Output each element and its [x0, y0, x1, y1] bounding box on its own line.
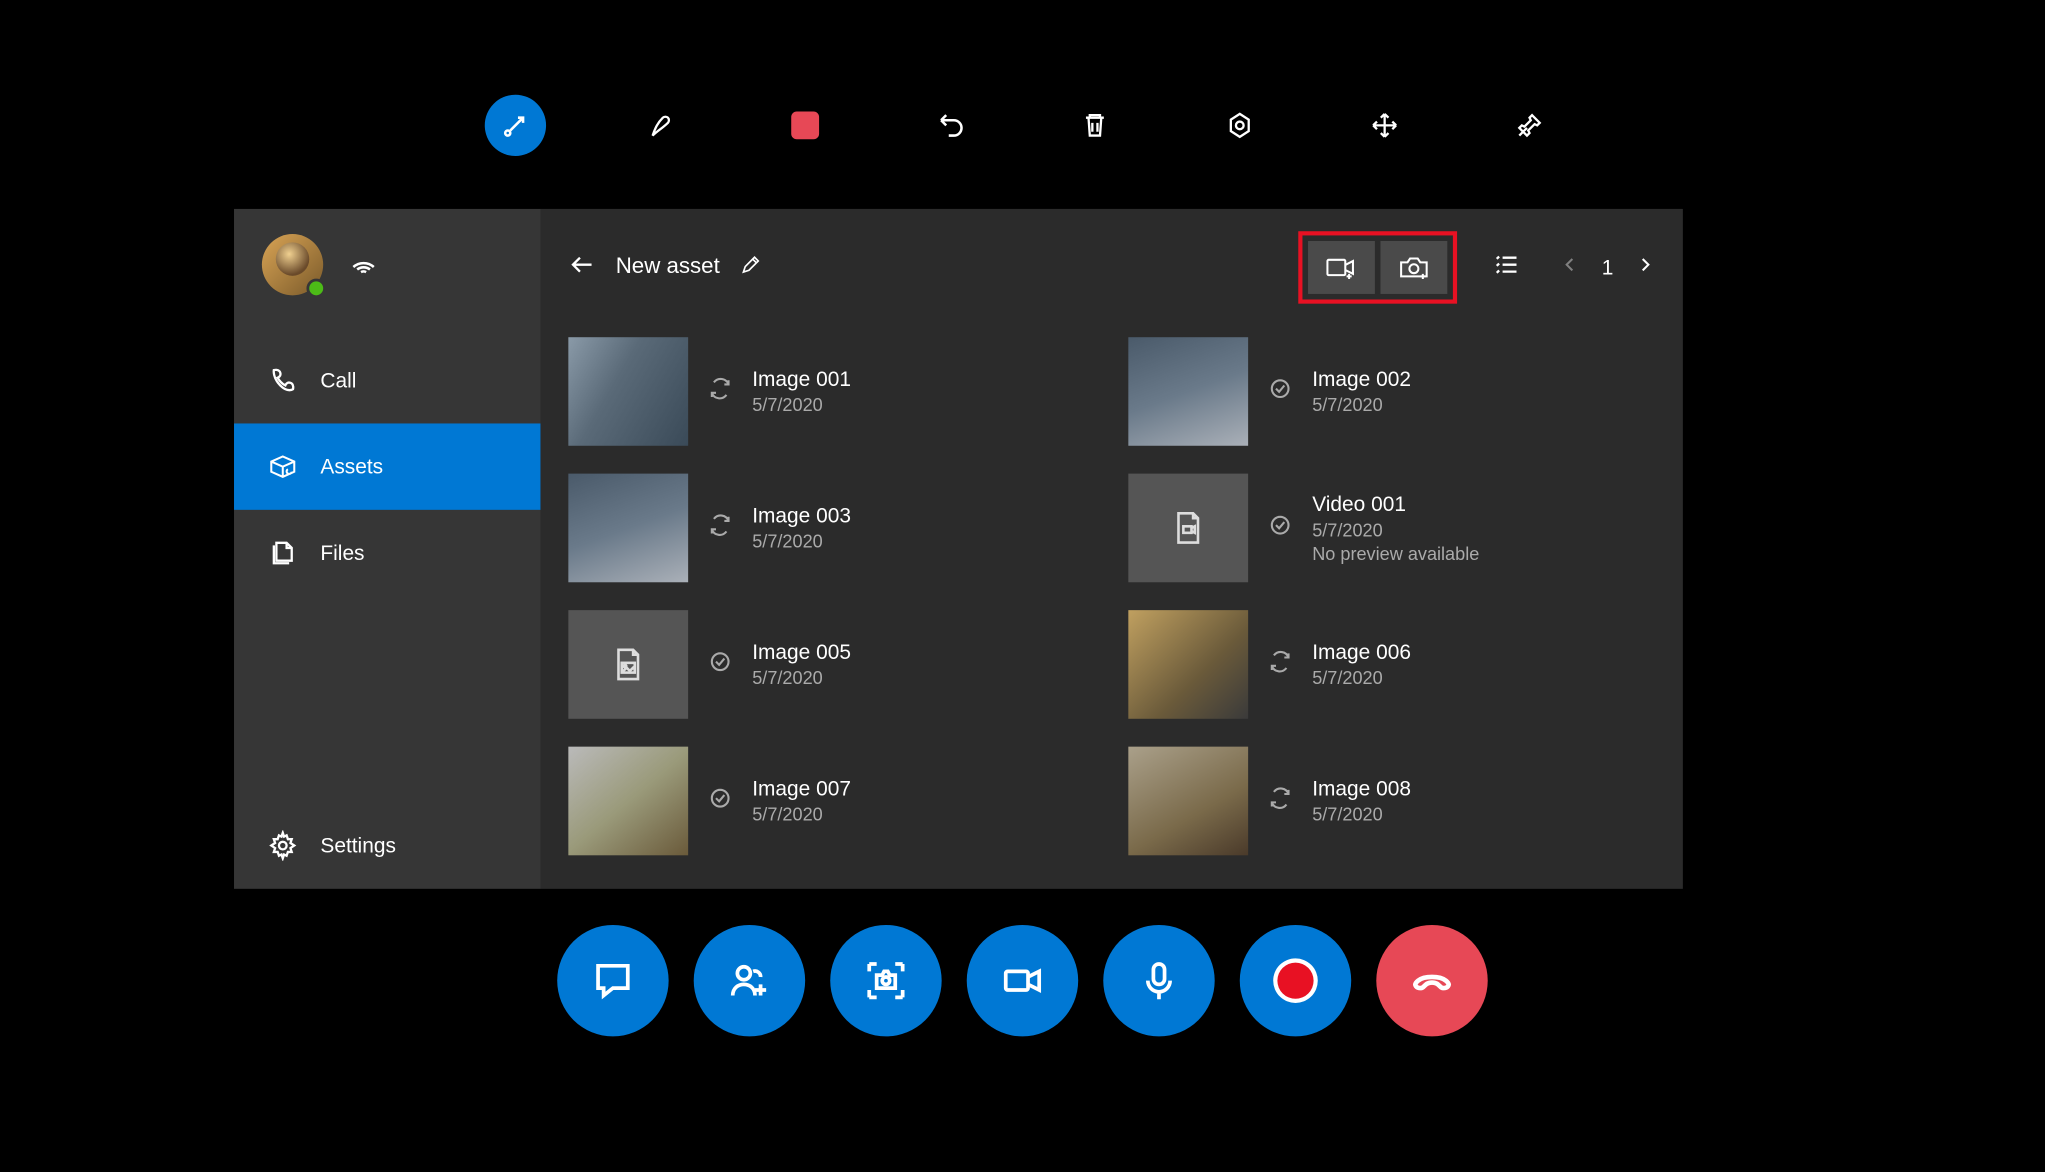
- asset-thumbnail: [1128, 474, 1248, 583]
- edit-title-button[interactable]: [739, 253, 761, 282]
- asset-date: 5/7/2020: [752, 667, 851, 688]
- asset-extra: No preview available: [1312, 543, 1479, 564]
- asset-item[interactable]: Image 008 5/7/2020: [1128, 747, 1655, 856]
- sidebar-item-label: Assets: [320, 455, 383, 479]
- add-participant-button[interactable]: [693, 925, 804, 1036]
- network-icon: [348, 246, 379, 284]
- list-view-toggle[interactable]: [1477, 250, 1522, 285]
- asset-thumbnail: [568, 474, 688, 583]
- sidebar: Call Assets Files Settings: [234, 209, 540, 889]
- page-title: New asset: [616, 255, 720, 280]
- snapshot-button[interactable]: [830, 925, 941, 1036]
- page-number: 1: [1594, 256, 1622, 280]
- back-button[interactable]: [568, 250, 596, 285]
- asset-info: Image 008 5/7/2020: [1312, 777, 1411, 824]
- color-tool-button[interactable]: [774, 95, 835, 156]
- asset-info: Image 0065/7/2020: [1312, 641, 1411, 688]
- asset-thumbnail: [1128, 747, 1248, 856]
- asset-date: 5/7/2020: [752, 804, 851, 825]
- asset-info: Image 003 5/7/2020: [752, 504, 851, 551]
- asset-date: 5/7/2020: [752, 531, 851, 552]
- asset-thumbnail: [1128, 610, 1248, 719]
- sidebar-item-label: Settings: [320, 834, 396, 858]
- asset-date: 5/7/2020: [1312, 394, 1411, 415]
- pin-button[interactable]: [1498, 95, 1559, 156]
- asset-info: Image 0055/7/2020: [752, 641, 851, 688]
- asset-info: Image 007 5/7/2020: [752, 777, 851, 824]
- asset-thumbnail: [568, 610, 688, 719]
- call-controls: [0, 925, 2044, 1036]
- add-photo-button[interactable]: [1380, 241, 1447, 294]
- undo-button[interactable]: [919, 95, 980, 156]
- asset-name: Image 003: [752, 504, 851, 528]
- sidebar-item-label: Files: [320, 541, 364, 565]
- done-icon: [708, 648, 733, 680]
- profile-section: [234, 209, 540, 337]
- content-header: New asset 1: [540, 209, 1682, 337]
- presence-indicator: [306, 279, 326, 299]
- asset-date: 5/7/2020: [752, 394, 851, 415]
- asset-name: Image 001: [752, 368, 851, 392]
- asset-date: 5/7/2020: [1312, 804, 1411, 825]
- asset-thumbnail: [568, 747, 688, 856]
- content-area: New asset 1: [540, 209, 1682, 889]
- app-window: Call Assets Files Settings New asset: [234, 209, 1683, 889]
- asset-info: Video 001 5/7/2020 No preview available: [1312, 492, 1479, 563]
- video-button[interactable]: [966, 925, 1077, 1036]
- ink-tool-button[interactable]: [629, 95, 690, 156]
- asset-name: Image 008: [1312, 777, 1411, 801]
- move-tool-button[interactable]: [1353, 95, 1414, 156]
- settings-tool-button[interactable]: [1208, 95, 1269, 156]
- delete-button[interactable]: [1064, 95, 1125, 156]
- record-button[interactable]: [1239, 925, 1350, 1036]
- annotation-toolbar: [0, 84, 2044, 168]
- sidebar-item-files[interactable]: Files: [234, 510, 540, 596]
- asset-name: Image 007: [752, 777, 851, 801]
- pager: 1: [1560, 254, 1655, 280]
- done-icon: [708, 785, 733, 817]
- asset-item[interactable]: Video 001 5/7/2020 No preview available: [1128, 474, 1655, 583]
- asset-thumbnail: [1128, 337, 1248, 446]
- sidebar-item-assets[interactable]: Assets: [234, 423, 540, 509]
- asset-thumbnail: [568, 337, 688, 446]
- chat-button[interactable]: [557, 925, 668, 1036]
- asset-item[interactable]: Image 0015/7/2020: [568, 337, 1095, 446]
- prev-page-button[interactable]: [1560, 254, 1580, 280]
- asset-date: 5/7/2020: [1312, 519, 1479, 540]
- mic-button[interactable]: [1103, 925, 1214, 1036]
- sync-icon: [1268, 648, 1293, 680]
- asset-date: 5/7/2020: [1312, 667, 1411, 688]
- asset-name: Image 005: [752, 641, 851, 665]
- record-indicator-icon: [1277, 963, 1313, 999]
- asset-item[interactable]: Image 0065/7/2020: [1128, 610, 1655, 719]
- end-call-button[interactable]: [1376, 925, 1487, 1036]
- asset-item[interactable]: Image 007 5/7/2020: [568, 747, 1095, 856]
- asset-name: Image 002: [1312, 368, 1411, 392]
- asset-item[interactable]: Image 003 5/7/2020: [568, 474, 1095, 583]
- capture-highlight: [1298, 231, 1457, 303]
- sidebar-item-call[interactable]: Call: [234, 337, 540, 423]
- sync-icon: [708, 512, 733, 544]
- next-page-button[interactable]: [1635, 254, 1655, 280]
- add-video-button[interactable]: [1308, 241, 1375, 294]
- sidebar-item-label: Call: [320, 368, 356, 392]
- asset-info: Image 0025/7/2020: [1312, 368, 1411, 415]
- sync-icon: [708, 375, 733, 407]
- asset-grid: Image 0015/7/2020Image 0025/7/2020Image …: [540, 337, 1682, 889]
- done-icon: [1268, 375, 1293, 407]
- arrow-tool-button[interactable]: [484, 95, 545, 156]
- done-icon: [1268, 512, 1293, 544]
- sync-icon: [1268, 785, 1293, 817]
- asset-info: Image 0015/7/2020: [752, 368, 851, 415]
- asset-name: Image 006: [1312, 641, 1411, 665]
- asset-item[interactable]: Image 0025/7/2020: [1128, 337, 1655, 446]
- asset-item[interactable]: Image 0055/7/2020: [568, 610, 1095, 719]
- asset-name: Video 001: [1312, 492, 1479, 516]
- sidebar-item-settings[interactable]: Settings: [234, 802, 540, 888]
